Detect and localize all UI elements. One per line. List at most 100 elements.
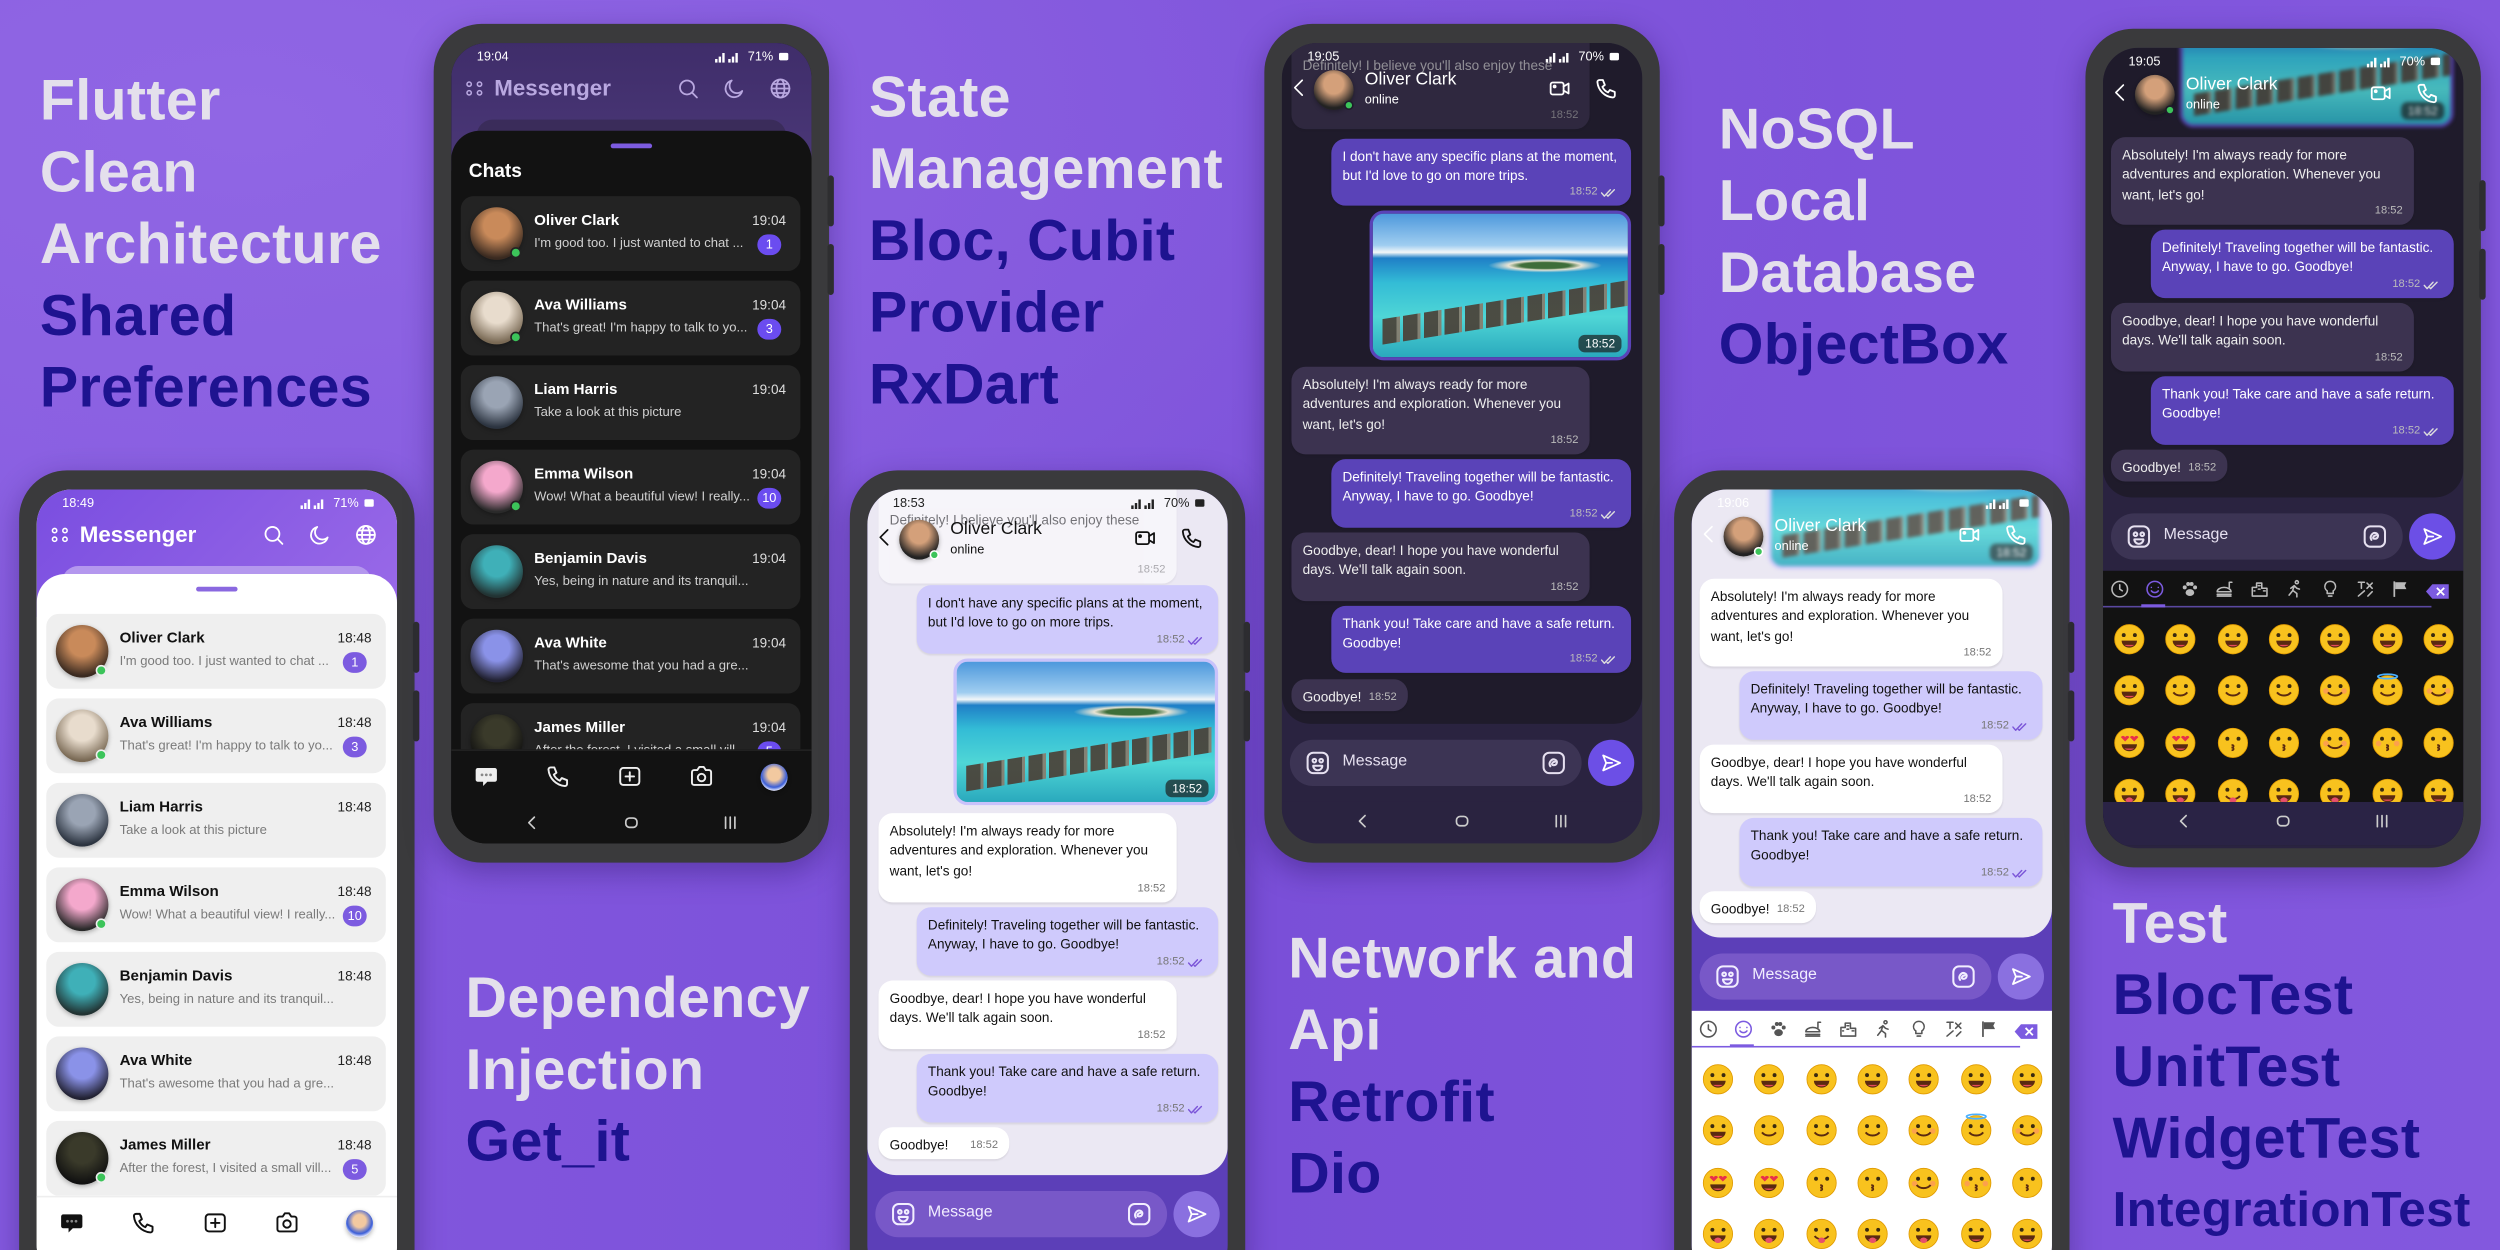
- emoji-zany[interactable]: [1856, 1216, 1889, 1249]
- emoji-tab-activities-icon[interactable]: [2285, 579, 2306, 600]
- emoji-grinning-smiling-eyes[interactable]: [2216, 622, 2249, 655]
- emoji-grinning[interactable]: [1701, 1062, 1734, 1095]
- emoji-grinning-big-eyes[interactable]: [1753, 1062, 1786, 1095]
- video-call-icon[interactable]: [2369, 81, 2393, 105]
- emoji-toggle-icon[interactable]: [2125, 523, 2152, 550]
- nav-back-icon[interactable]: [2173, 810, 2195, 832]
- emoji-tab-recent-icon[interactable]: [1698, 1019, 1719, 1040]
- nav-new-icon[interactable]: [617, 764, 643, 790]
- emoji-smiling-hearts[interactable]: [2422, 673, 2455, 706]
- emoji-tab-backspace-icon[interactable]: [2425, 579, 2451, 605]
- emoji-kissing-heart[interactable]: [2216, 725, 2249, 758]
- emoji-rolling-laughing[interactable]: [2422, 622, 2455, 655]
- nav-recents-icon[interactable]: [719, 812, 741, 834]
- emoji-kissing-heart[interactable]: [1804, 1165, 1837, 1198]
- emoji-squinting[interactable]: [2319, 622, 2352, 655]
- voice-call-icon[interactable]: [1594, 77, 1618, 101]
- emoji-heart-eyes[interactable]: [1701, 1165, 1734, 1198]
- emoji-kissing-closed-eyes[interactable]: [1959, 1165, 1992, 1198]
- emoji-wink[interactable]: [1856, 1113, 1889, 1146]
- emoji-kissing[interactable]: [1856, 1165, 1889, 1198]
- emoji-tab-flags-icon[interactable]: [1979, 1019, 2000, 1040]
- emoji-tab-smileys-icon[interactable]: [2144, 579, 2165, 600]
- nav-profile-avatar[interactable]: [345, 1210, 374, 1238]
- emoji-tab-symbols-icon[interactable]: [1944, 1019, 1965, 1040]
- chat-list-item[interactable]: Benjamin Davis Yes, being in nature and i…: [460, 534, 801, 610]
- emoji-grinning-smiling-eyes[interactable]: [1804, 1062, 1837, 1095]
- emoji-beaming[interactable]: [2267, 622, 2300, 655]
- back-icon[interactable]: [2109, 81, 2131, 103]
- voice-call-icon[interactable]: [2004, 523, 2028, 547]
- emoji-kissing-smiling-eyes[interactable]: [2010, 1165, 2043, 1198]
- emoji-kissing[interactable]: [2267, 725, 2300, 758]
- emoji-sweat-smile[interactable]: [2370, 622, 2403, 655]
- nav-profile-avatar[interactable]: [760, 763, 788, 791]
- emoji-tab-objects-icon[interactable]: [2320, 579, 2341, 600]
- chat-list-item[interactable]: Benjamin Davis Yes, being in nature and i…: [46, 951, 386, 1027]
- dark-mode-icon[interactable]: [308, 523, 332, 547]
- message-input[interactable]: Message: [2110, 513, 2403, 560]
- message-input[interactable]: Message: [1289, 739, 1582, 787]
- emoji-tab-backspace-icon[interactable]: [2014, 1019, 2040, 1045]
- emoji-squinting-tongue[interactable]: [1907, 1216, 1940, 1249]
- emoji-savoring[interactable]: [1701, 1216, 1734, 1249]
- nav-home-icon[interactable]: [620, 812, 642, 834]
- language-icon[interactable]: [768, 77, 792, 101]
- sticker-icon[interactable]: [1540, 749, 1567, 776]
- video-call-icon[interactable]: [1134, 526, 1158, 550]
- emoji-tab-places-icon[interactable]: [2250, 579, 2271, 600]
- video-call-icon[interactable]: [1548, 77, 1572, 101]
- emoji-grinning[interactable]: [2113, 622, 2146, 655]
- shared-photo[interactable]: 18:52: [953, 658, 1219, 806]
- nav-home-icon[interactable]: [1451, 810, 1473, 832]
- video-call-icon[interactable]: [1958, 523, 1982, 547]
- nav-back-icon[interactable]: [521, 812, 543, 834]
- back-icon[interactable]: [1288, 77, 1310, 99]
- chat-list-item[interactable]: Ava White That's awesome that you had a g…: [460, 618, 801, 694]
- nav-recents-icon[interactable]: [2371, 810, 2393, 832]
- emoji-star-struck[interactable]: [2164, 725, 2197, 758]
- language-icon[interactable]: [354, 523, 378, 547]
- chat-list-item[interactable]: James MillerAfter the forest, I visited …: [46, 1120, 386, 1196]
- chat-list-item[interactable]: James MillerAfter the forest, I visited …: [460, 703, 801, 750]
- emoji-slight-smile[interactable]: [2164, 673, 2197, 706]
- sticker-icon[interactable]: [1950, 963, 1977, 990]
- emoji-hugging[interactable]: [2010, 1216, 2043, 1249]
- emoji-tab-smileys-icon[interactable]: [1733, 1019, 1754, 1040]
- send-button[interactable]: [1588, 739, 1635, 787]
- nav-new-icon[interactable]: [202, 1210, 228, 1236]
- menu-dots-icon[interactable]: [49, 525, 70, 546]
- emoji-blush[interactable]: [2319, 673, 2352, 706]
- emoji-rolling-laughing[interactable]: [2010, 1062, 2043, 1095]
- chat-list-item[interactable]: Emma Wilson Wow! What a beautiful view! I…: [460, 449, 801, 525]
- emoji-star-struck[interactable]: [1753, 1165, 1786, 1198]
- nav-chats-icon[interactable]: [59, 1210, 85, 1236]
- nav-back-icon[interactable]: [1352, 810, 1374, 832]
- emoji-money-mouth[interactable]: [1959, 1216, 1992, 1249]
- voice-call-icon[interactable]: [1180, 526, 1204, 550]
- emoji-winking-tongue[interactable]: [1804, 1216, 1837, 1249]
- emoji-relaxed[interactable]: [1907, 1165, 1940, 1198]
- shared-photo[interactable]: 18:52: [1369, 210, 1632, 361]
- menu-dots-icon[interactable]: [464, 78, 485, 99]
- emoji-kissing-closed-eyes[interactable]: [2370, 725, 2403, 758]
- emoji-squinting[interactable]: [1907, 1062, 1940, 1095]
- emoji-kissing-smiling-eyes[interactable]: [2422, 725, 2455, 758]
- chat-list-item[interactable]: Ava Williams That's great! I'm happy to t…: [460, 280, 801, 356]
- emoji-joy[interactable]: [2113, 673, 2146, 706]
- emoji-tab-symbols-icon[interactable]: [2355, 579, 2376, 600]
- send-button[interactable]: [1173, 1191, 1220, 1238]
- nav-home-icon[interactable]: [2272, 810, 2294, 832]
- sticker-icon[interactable]: [1126, 1201, 1153, 1228]
- emoji-wink[interactable]: [2267, 673, 2300, 706]
- emoji-sweat-smile[interactable]: [1959, 1062, 1992, 1095]
- emoji-relaxed[interactable]: [2319, 725, 2352, 758]
- emoji-tab-flags-icon[interactable]: [2390, 579, 2411, 600]
- emoji-upside-down[interactable]: [2216, 673, 2249, 706]
- emoji-halo[interactable]: [2370, 673, 2403, 706]
- back-icon[interactable]: [1698, 523, 1720, 545]
- chat-list-item[interactable]: Liam Harris Take a look at this picture 19…: [460, 365, 801, 441]
- emoji-halo[interactable]: [1959, 1113, 1992, 1146]
- emoji-tab-places-icon[interactable]: [1838, 1019, 1859, 1040]
- chat-list-item[interactable]: Oliver Clark I'm good too. I just wanted …: [46, 613, 386, 689]
